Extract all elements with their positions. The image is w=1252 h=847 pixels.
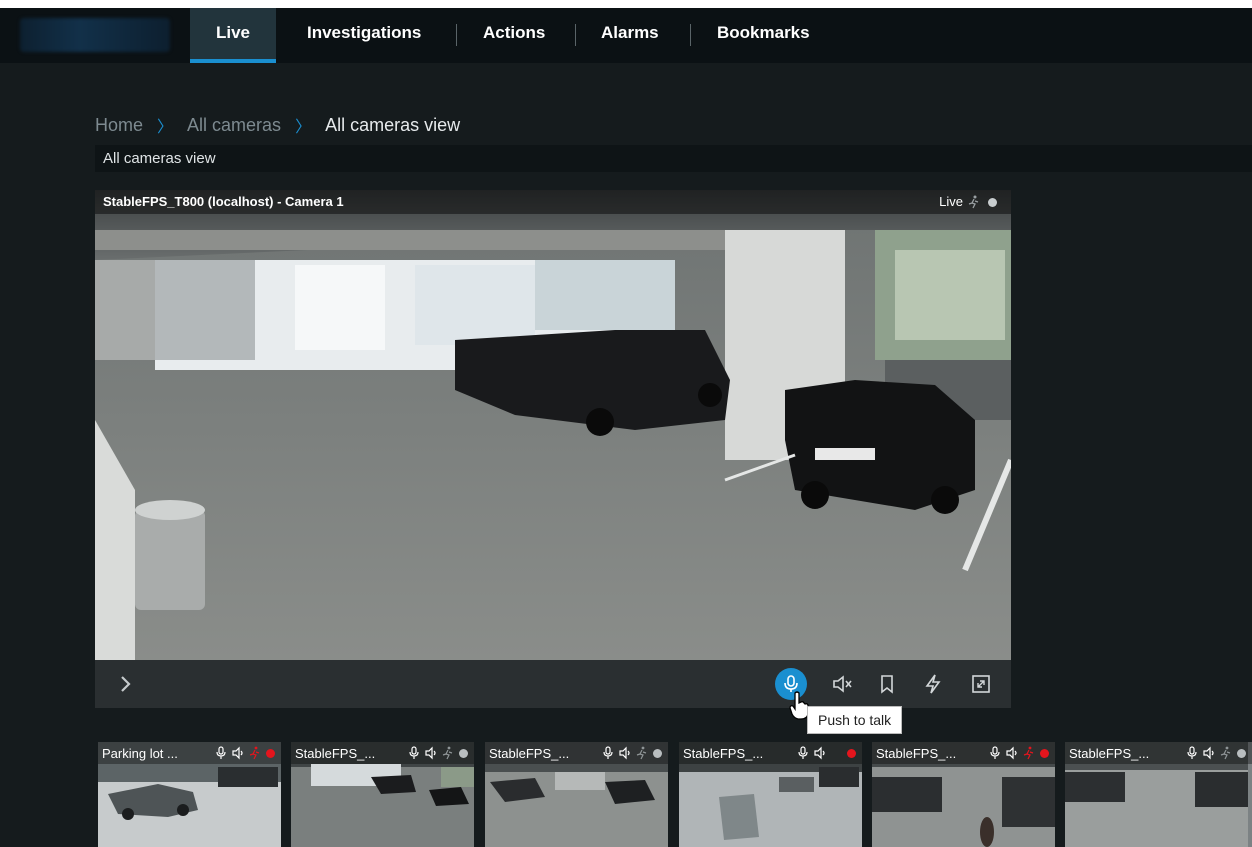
recording-indicator [266,748,275,758]
camera-thumbnail[interactable]: StableFPS_... [1065,742,1252,847]
motion-icon [636,746,648,760]
live-status-label: Live [939,194,963,209]
status-dot [1237,748,1246,758]
tab-investigations[interactable]: Investigations [281,8,447,63]
camera-thumbnail[interactable]: StableFPS_... [872,742,1055,847]
thumbnail-header: Parking lot ... [98,742,281,764]
lightning-icon[interactable] [921,672,945,696]
camera-status-dot [988,198,997,207]
speaker-icon[interactable] [232,746,244,760]
view-title: All cameras view [103,150,216,167]
tab-live[interactable]: Live [190,8,277,63]
breadcrumb-current: All cameras view [325,114,461,135]
motion-icon [1220,746,1232,760]
tab-bookmarks[interactable]: Bookmarks [691,8,836,63]
camera-video-feed[interactable] [95,190,1011,660]
speaker-icon[interactable] [425,746,437,760]
bookmark-icon[interactable] [875,672,899,696]
breadcrumb: Home 〉 All cameras 〉 All cameras view [95,113,460,137]
recording-indicator [1040,748,1049,758]
thumbnail-camera-name: Parking lot ... [102,746,178,761]
breadcrumb-all-cameras[interactable]: All cameras [187,115,281,136]
breadcrumb-separator-icon: 〉 [157,119,174,136]
microphone-icon[interactable] [215,746,227,760]
chevron-right-icon[interactable] [113,672,137,696]
status-dot [459,748,468,758]
camera-thumbnail[interactable]: StableFPS_... [291,742,474,847]
microphone-icon[interactable] [797,746,809,760]
tab-alarms[interactable]: Alarms [575,8,685,63]
thumbnail-header: StableFPS_... [291,742,474,764]
push-to-talk-tooltip: Push to talk [807,706,903,734]
camera-thumbnail[interactable]: StableFPS_... [679,742,862,847]
speaker-icon[interactable] [1203,746,1215,760]
microphone-icon[interactable] [989,746,1001,760]
speaker-icon[interactable] [619,746,631,760]
breadcrumb-separator-icon: 〉 [295,119,312,136]
microphone-icon[interactable] [1186,746,1198,760]
speaker-icon[interactable] [814,746,826,760]
view-title-bar: All cameras view [95,145,1252,172]
tab-actions[interactable]: Actions [457,8,571,63]
thumbnail-camera-name: StableFPS_... [876,746,957,761]
motion-icon [968,195,979,209]
speaker-muted-icon[interactable] [830,672,854,696]
recording-indicator [847,748,856,758]
microphone-icon[interactable] [408,746,420,760]
microphone-icon[interactable] [602,746,614,760]
camera-control-bar [95,660,1011,708]
speaker-icon[interactable] [1006,746,1018,760]
breadcrumb-home[interactable]: Home [95,115,143,136]
window-top-strip [0,0,1252,8]
thumbnail-camera-name: StableFPS_... [683,746,764,761]
thumbnail-header: StableFPS_... [872,742,1055,764]
main-camera-tile[interactable]: StableFPS_T800 (localhost) - Camera 1 Li… [95,190,1011,708]
motion-icon [249,746,261,760]
status-dot [653,748,662,758]
camera-header: StableFPS_T800 (localhost) - Camera 1 Li… [95,190,1011,214]
thumbnail-header: StableFPS_... [485,742,668,764]
app-logo [20,18,170,52]
thumbnail-camera-name: StableFPS_... [489,746,570,761]
fullscreen-icon[interactable] [969,672,993,696]
thumbnail-header: StableFPS_... [1065,742,1252,764]
thumbnail-header: StableFPS_... [679,742,862,764]
motion-icon [1023,746,1035,760]
camera-thumbnail[interactable]: Parking lot ... [98,742,281,847]
top-navbar: Live Investigations Actions Alarms Bookm… [0,8,1252,63]
camera-thumbnail[interactable]: StableFPS_... [485,742,668,847]
thumbnail-camera-name: StableFPS_... [1069,746,1150,761]
motion-icon [442,746,454,760]
camera-name: StableFPS_T800 (localhost) - Camera 1 [103,194,344,209]
thumbnail-camera-name: StableFPS_... [295,746,376,761]
